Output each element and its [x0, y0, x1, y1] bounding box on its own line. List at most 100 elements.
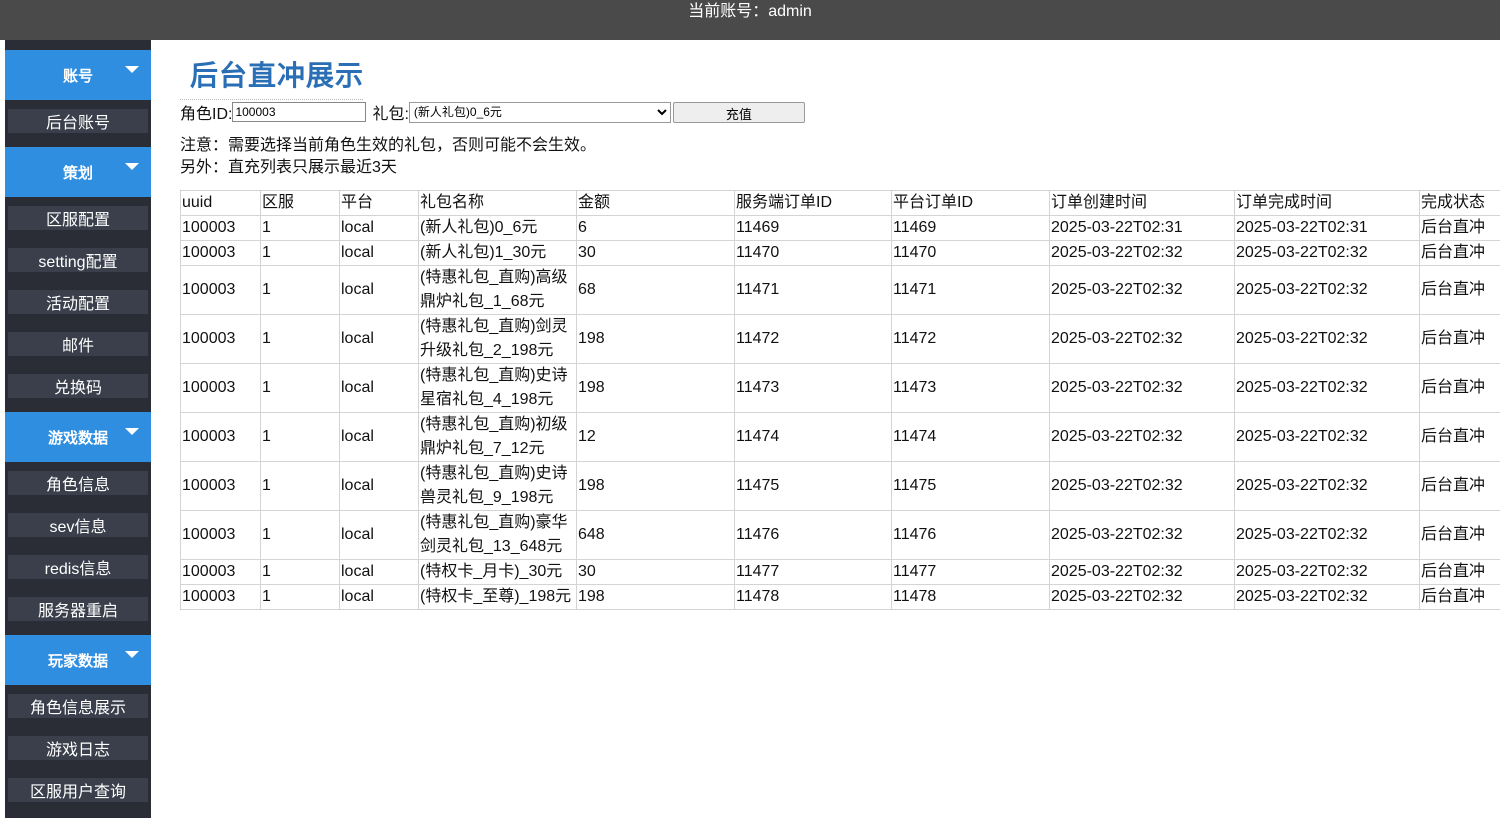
sidebar-group-label: 游戏数据 — [47, 429, 108, 447]
sidebar-item-label: 活动配置 — [45, 296, 110, 313]
sidebar-item-label: 区服用户查询 — [29, 784, 126, 801]
sidebar-item-activity-config[interactable]: 活动配置 — [8, 290, 148, 314]
cell-gift-name: (特惠礼包_直购)史诗星宿礼包_4_198元 — [418, 363, 577, 413]
cell-gift-name: (特惠礼包_直购)初级鼎炉礼包_7_12元 — [418, 412, 577, 462]
cell-uuid: 100003 — [180, 314, 261, 364]
cell-created-time: 2025-03-22T02:31 — [1049, 215, 1235, 241]
sidebar-item-label: 角色信息展示 — [29, 700, 126, 717]
cell-status: 后台直冲 — [1419, 461, 1500, 511]
cell-server: 1 — [260, 412, 340, 462]
cell-platform-order-id: 11473 — [891, 363, 1050, 413]
cell-gift-name: (特惠礼包_直购)高级鼎炉礼包_1_68元 — [418, 265, 577, 315]
chevron-down-icon — [125, 66, 139, 73]
cell-created-time: 2025-03-22T02:32 — [1049, 265, 1235, 315]
cell-server-order-id: 11470 — [734, 240, 892, 266]
sidebar-item-label: redis信息 — [44, 561, 112, 578]
sidebar-item-setting-config[interactable]: setting配置 — [8, 248, 148, 272]
role-id-input[interactable] — [232, 102, 367, 122]
cell-server: 1 — [260, 215, 340, 241]
cell-gift-name: (特惠礼包_直购)史诗兽灵礼包_9_198元 — [418, 461, 577, 511]
cell-server: 1 — [260, 363, 340, 413]
sidebar-item-label: sev信息 — [49, 519, 107, 536]
orders-table: uuid 区服 平台 礼包名称 金额 服务端订单ID 平台订单ID 订单创建时间… — [180, 190, 1500, 610]
sidebar-item-admin-account[interactable]: 后台账号 — [8, 109, 148, 133]
cell-platform: local — [339, 461, 419, 511]
column-header: 金额 — [576, 190, 735, 216]
cell-created-time: 2025-03-22T02:32 — [1049, 314, 1235, 364]
cell-server-order-id: 11476 — [734, 510, 892, 560]
sidebar-item-server-user-query[interactable]: 区服用户查询 — [8, 778, 148, 802]
sidebar-item-server-restart[interactable]: 服务器重启 — [8, 597, 148, 621]
cell-server: 1 — [260, 265, 340, 315]
current-account-label: 当前账号：admin — [688, 3, 812, 20]
cell-platform-order-id: 11469 — [891, 215, 1050, 241]
cell-platform: local — [339, 584, 419, 610]
sidebar-item-redis-info[interactable]: redis信息 — [8, 555, 148, 579]
column-header: 订单完成时间 — [1234, 190, 1420, 216]
table-row: 100003 1 local (新人礼包)0_6元 6 11469 11469 2025-03… — [180, 215, 1500, 241]
cell-uuid: 100003 — [180, 363, 261, 413]
cell-uuid: 100003 — [180, 559, 261, 585]
sidebar-group-account[interactable]: 账号 — [5, 50, 151, 100]
sidebar-item-game-log[interactable]: 游戏日志 — [8, 736, 148, 760]
table-row: 100003 1 local (特惠礼包_直购)豪华剑灵礼包_13_648元 648 11… — [180, 510, 1500, 560]
cell-status: 后台直冲 — [1419, 215, 1500, 241]
cell-platform: local — [339, 314, 419, 364]
table-row: 100003 1 local (新人礼包)1_30元 30 11470 11470 2025-… — [180, 240, 1500, 266]
cell-amount: 30 — [576, 559, 735, 585]
cell-platform: local — [339, 240, 419, 266]
cell-created-time: 2025-03-22T02:32 — [1049, 584, 1235, 610]
cell-platform-order-id: 11472 — [891, 314, 1050, 364]
sidebar-item-label: 角色信息 — [45, 477, 110, 494]
sidebar-item-server-config[interactable]: 区服配置 — [8, 206, 148, 230]
cell-gift-name: (特权卡_至尊)_198元 — [418, 584, 577, 610]
sidebar-item-role-display[interactable]: 角色信息展示 — [8, 694, 148, 718]
cell-status: 后台直冲 — [1419, 559, 1500, 585]
column-header: 平台订单ID — [891, 190, 1050, 216]
cell-uuid: 100003 — [180, 584, 261, 610]
cell-amount: 30 — [576, 240, 735, 266]
cell-created-time: 2025-03-22T02:32 — [1049, 559, 1235, 585]
cell-amount: 68 — [576, 265, 735, 315]
cell-status: 后台直冲 — [1419, 584, 1500, 610]
cell-platform-order-id: 11471 — [891, 265, 1050, 315]
cell-completed-time: 2025-03-22T02:31 — [1234, 215, 1420, 241]
cell-server: 1 — [260, 559, 340, 585]
sidebar-item-label: 游戏日志 — [45, 742, 110, 759]
cell-server-order-id: 11469 — [734, 215, 892, 241]
cell-server: 1 — [260, 461, 340, 511]
sidebar-item-label: 后台账号 — [45, 115, 110, 132]
table-row: 100003 1 local (特惠礼包_直购)史诗兽灵礼包_9_198元 198 114… — [180, 461, 1500, 511]
cell-created-time: 2025-03-22T02:32 — [1049, 461, 1235, 511]
notice-text: 注意：需要选择当前角色生效的礼包，否则可能不会生效。 — [180, 137, 597, 154]
cell-server-order-id: 11475 — [734, 461, 892, 511]
sidebar-group-planning[interactable]: 策划 — [5, 147, 151, 197]
cell-created-time: 2025-03-22T02:32 — [1049, 363, 1235, 413]
sidebar-group-player-data[interactable]: 玩家数据 — [5, 635, 151, 685]
recharge-form: 角色ID: 礼包: (新人礼包)0_6元 充值 — [180, 100, 805, 124]
table-row: 100003 1 local (特惠礼包_直购)剑灵升级礼包_2_198元 198 114… — [180, 314, 1500, 364]
sidebar-item-sev-info[interactable]: sev信息 — [8, 513, 148, 537]
cell-completed-time: 2025-03-22T02:32 — [1234, 584, 1420, 610]
sidebar-group-game-data[interactable]: 游戏数据 — [5, 412, 151, 462]
cell-completed-time: 2025-03-22T02:32 — [1234, 363, 1420, 413]
cell-uuid: 100003 — [180, 265, 261, 315]
sidebar-item-mail[interactable]: 邮件 — [8, 332, 148, 356]
cell-server-order-id: 11474 — [734, 412, 892, 462]
sidebar-item-label: 服务器重启 — [37, 603, 118, 620]
cell-gift-name: (特惠礼包_直购)剑灵升级礼包_2_198元 — [418, 314, 577, 364]
cell-amount: 198 — [576, 314, 735, 364]
column-header: uuid — [180, 190, 261, 216]
cell-platform: local — [339, 215, 419, 241]
gift-select[interactable]: (新人礼包)0_6元 — [408, 101, 671, 123]
page-title: 后台直冲展示 — [190, 59, 365, 92]
sidebar-item-redeem-code[interactable]: 兑换码 — [8, 374, 148, 398]
recharge-button[interactable]: 充值 — [672, 101, 805, 123]
cell-status: 后台直冲 — [1419, 412, 1500, 462]
role-id-label: 角色ID: — [180, 106, 233, 123]
sidebar-item-role-info[interactable]: 角色信息 — [8, 471, 148, 495]
column-header: 区服 — [260, 190, 340, 216]
sidebar-group-label: 账号 — [62, 67, 93, 85]
sidebar: 账号 后台账号 策划 区服配置 setting配置 活动配置 邮件 兑换码 游戏… — [0, 40, 151, 818]
cell-server: 1 — [260, 240, 340, 266]
